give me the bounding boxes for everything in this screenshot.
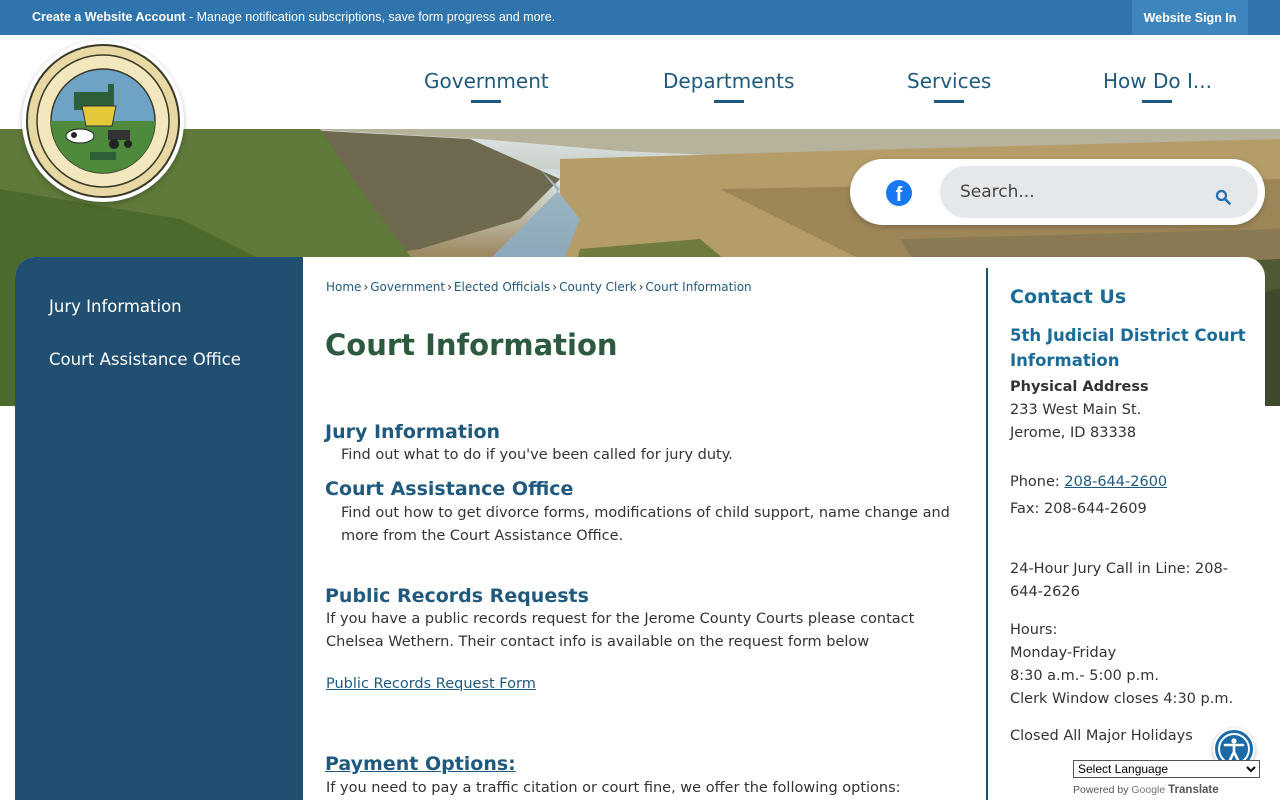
court-assistance-description: Find out how to get divorce forms, modif… bbox=[341, 505, 950, 544]
court-info-link[interactable]: 5th Judicial District Court Information bbox=[1010, 323, 1250, 373]
breadcrumb-court-information[interactable]: Court Information bbox=[645, 280, 751, 294]
search-icon[interactable] bbox=[1215, 189, 1231, 205]
breadcrumb-home[interactable]: Home bbox=[326, 280, 361, 294]
jury-call-line: 24-Hour Jury Call in Line: 208- bbox=[1010, 561, 1228, 577]
contact-us-heading: Contact Us bbox=[1010, 286, 1127, 308]
sidebar bbox=[15, 257, 303, 800]
seal-emblem-icon bbox=[26, 44, 180, 198]
address-street: 233 West Main St. bbox=[1010, 402, 1142, 418]
sidebar-item-court-assistance-office[interactable]: Court Assistance Office bbox=[49, 350, 241, 369]
breadcrumb-government[interactable]: Government bbox=[370, 280, 445, 294]
google-translate-attribution: Powered by Google Translate bbox=[1073, 784, 1219, 796]
page-title: Court Information bbox=[325, 328, 618, 362]
sign-in-button[interactable]: Website Sign In bbox=[1132, 0, 1248, 35]
address-city: Jerome, ID 83338 bbox=[1010, 425, 1137, 441]
breadcrumb-county-clerk[interactable]: County Clerk bbox=[559, 280, 637, 294]
physical-address-label: Physical Address bbox=[1010, 379, 1149, 395]
breadcrumb: Home › Government › Elected Officials › County… bbox=[326, 280, 752, 294]
jury-information-heading[interactable]: Jury Information bbox=[325, 421, 500, 443]
google-logo: Google bbox=[1131, 784, 1166, 796]
breadcrumb-elected-officials[interactable]: Elected Officials bbox=[454, 280, 550, 294]
hours-time: 8:30 a.m.- 5:00 p.m. bbox=[1010, 668, 1159, 684]
public-records-heading: Public Records Requests bbox=[325, 585, 589, 607]
clerk-window-hours: Clerk Window closes 4:30 p.m. bbox=[1010, 691, 1234, 707]
jury-call-number: 644-2626 bbox=[1010, 584, 1080, 600]
jury-information-description: Find out what to do if you've been calle… bbox=[341, 447, 733, 463]
phone-line: Phone: 208-644-2600 bbox=[1010, 474, 1168, 490]
public-records-request-link[interactable]: Public Records Request Form bbox=[326, 676, 536, 692]
top-bar: Create a Website Account - Manage notifi… bbox=[0, 0, 1280, 35]
nav-services[interactable]: Services bbox=[907, 69, 991, 103]
public-records-description: If you have a public records request for… bbox=[326, 611, 915, 650]
facebook-icon[interactable]: f bbox=[886, 180, 912, 206]
nav-how-do-i[interactable]: How Do I... bbox=[1103, 69, 1212, 103]
holidays-note: Closed All Major Holidays bbox=[1010, 728, 1193, 744]
county-seal-logo[interactable] bbox=[22, 40, 184, 202]
phone-link[interactable]: 208-644-2600 bbox=[1064, 474, 1167, 490]
column-divider bbox=[986, 268, 988, 800]
nav-government[interactable]: Government bbox=[424, 69, 549, 103]
fax-line: Fax: 208-644-2609 bbox=[1010, 501, 1147, 517]
header: Government Departments Services How Do I… bbox=[0, 35, 1280, 129]
search-input[interactable] bbox=[940, 166, 1258, 218]
court-assistance-heading[interactable]: Court Assistance Office bbox=[325, 478, 573, 500]
payment-options-description: If you need to pay a traffic citation or… bbox=[326, 780, 901, 796]
create-account-link[interactable]: Create a Website Account - Manage notifi… bbox=[32, 10, 555, 24]
language-select[interactable]: Select Language bbox=[1073, 760, 1260, 778]
hours-label: Hours: bbox=[1010, 622, 1058, 638]
payment-options-heading[interactable]: Payment Options: bbox=[325, 753, 516, 775]
hours-days: Monday-Friday bbox=[1010, 645, 1117, 661]
sidebar-item-jury-information[interactable]: Jury Information bbox=[49, 297, 182, 316]
nav-departments[interactable]: Departments bbox=[663, 69, 794, 103]
